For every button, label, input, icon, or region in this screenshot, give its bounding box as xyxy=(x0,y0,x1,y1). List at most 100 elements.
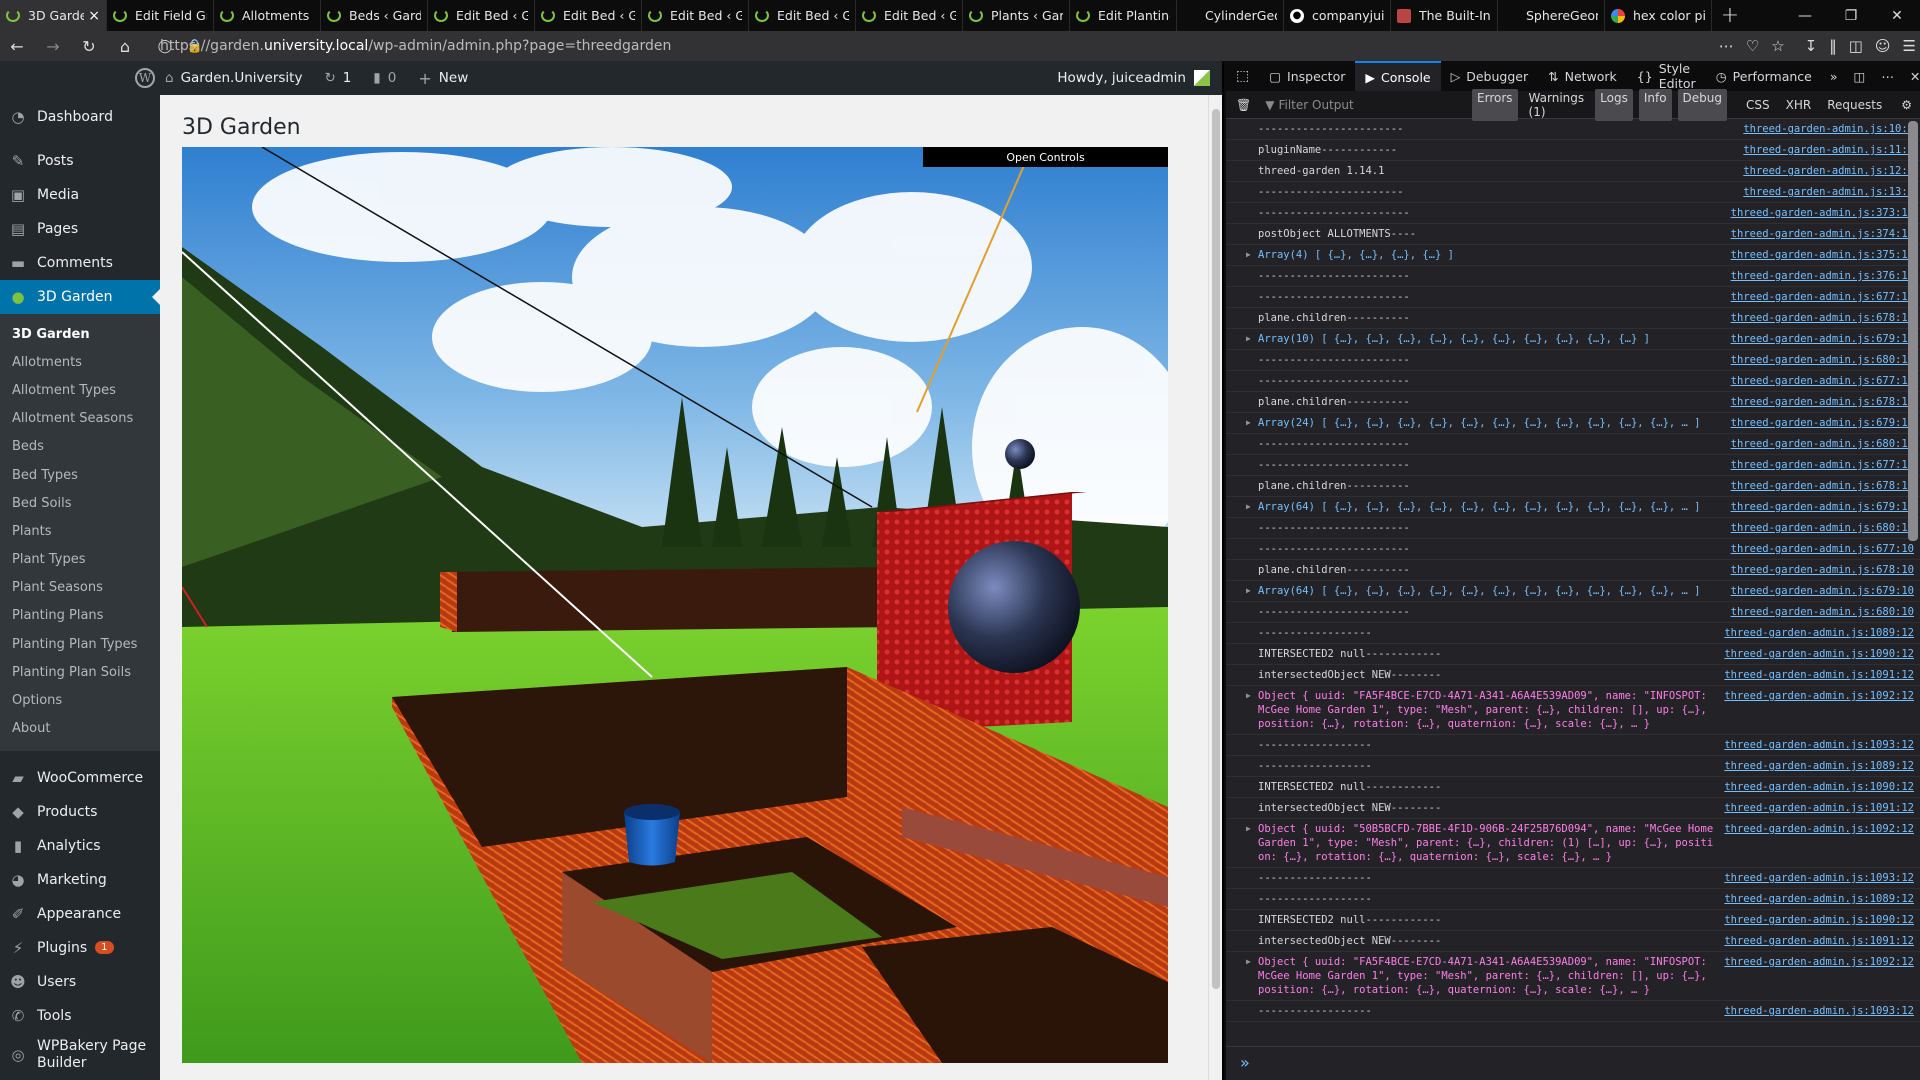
browser-tab[interactable]: Edit Bed ‹ Ga xyxy=(749,0,856,31)
source-link[interactable]: threed-garden-admin.js:10:9 xyxy=(1743,122,1914,136)
sidebar-item-users[interactable]: ☻ Users xyxy=(0,965,160,999)
submenu-item-options[interactable]: Options xyxy=(0,686,160,714)
sidebar-item-analytics[interactable]: ▮ Analytics xyxy=(0,829,160,863)
devtools-tab-network[interactable]: ⇅ Network xyxy=(1538,61,1627,91)
source-link[interactable]: threed-garden-admin.js:680:10 xyxy=(1731,353,1914,367)
source-link[interactable]: threed-garden-admin.js:1089:12 xyxy=(1724,759,1914,773)
sidebar-item-products[interactable]: ◆ Products xyxy=(0,795,160,829)
minimize-icon[interactable]: — xyxy=(1782,0,1828,31)
source-link[interactable]: threed-garden-admin.js:679:10 xyxy=(1731,584,1914,598)
browser-tab[interactable]: Edit Field Gr xyxy=(107,0,214,31)
expand-arrow-icon[interactable]: ▶ xyxy=(1246,500,1251,514)
sidebar-item-posts[interactable]: ✎ Posts xyxy=(0,144,160,178)
source-link[interactable]: threed-garden-admin.js:677:10 xyxy=(1731,458,1914,472)
submenu-item-3d-garden[interactable]: 3D Garden xyxy=(0,320,160,348)
console-message-text[interactable]: Object { uuid: "50B5BCFD-7BBE-4F1D-906B-… xyxy=(1258,823,1719,863)
source-link[interactable]: threed-garden-admin.js:11:9 xyxy=(1743,143,1914,157)
console-message-text[interactable]: Array(24) [ {…}, {…}, {…}, {…}, {…}, {…}… xyxy=(1258,417,1701,429)
console-message-text[interactable]: Array(10) [ {…}, {…}, {…}, {…}, {…}, {…}… xyxy=(1258,333,1650,345)
sidebar-item-marketing[interactable]: ◕ Marketing xyxy=(0,863,160,897)
submenu-item-allotment-seasons[interactable]: Allotment Seasons xyxy=(0,405,160,433)
wordpress-logo-icon[interactable]: W xyxy=(135,68,155,88)
expand-arrow-icon[interactable]: ▶ xyxy=(1246,822,1251,836)
source-link[interactable]: threed-garden-admin.js:680:10 xyxy=(1731,521,1914,535)
source-link[interactable]: threed-garden-admin.js:1093:12 xyxy=(1724,1004,1914,1018)
garden-scene-render[interactable] xyxy=(182,147,1168,1063)
browser-tab[interactable]: 3D Garden × xyxy=(0,0,107,31)
source-link[interactable]: threed-garden-admin.js:1091:12 xyxy=(1724,934,1914,948)
devtools-tab-style-editor[interactable]: {} Style Editor xyxy=(1627,61,1706,91)
console-message-text[interactable]: Object { uuid: "FA5F4BCE-E7CD-4A71-A341-… xyxy=(1258,690,1713,730)
console-message-text[interactable]: Array(64) [ {…}, {…}, {…}, {…}, {…}, {…}… xyxy=(1258,585,1701,597)
log-level-toggle[interactable]: Errors xyxy=(1472,88,1518,121)
expand-arrow-icon[interactable]: ▶ xyxy=(1246,248,1251,262)
submenu-item-planting-plan-types[interactable]: Planting Plan Types xyxy=(0,630,160,658)
browser-tab[interactable]: Edit Bed ‹ Ga xyxy=(856,0,963,31)
submenu-item-bed-types[interactable]: Bed Types xyxy=(0,461,160,489)
browser-tab[interactable]: Edit Bed ‹ Ga xyxy=(535,0,642,31)
devtools-tab-inspector[interactable]: ▢ Inspector xyxy=(1259,61,1355,91)
account-icon[interactable]: ☺ xyxy=(1875,37,1891,55)
log-level-toggle[interactable]: Debug xyxy=(1677,88,1728,121)
source-link[interactable]: threed-garden-admin.js:677:10 xyxy=(1731,542,1914,556)
sidebar-icon[interactable]: ◫ xyxy=(1849,37,1863,55)
source-link[interactable]: threed-garden-admin.js:677:10 xyxy=(1731,290,1914,304)
submenu-item-allotment-types[interactable]: Allotment Types xyxy=(0,376,160,404)
comments-item[interactable]: ▮ 0 xyxy=(373,70,396,86)
source-link[interactable]: threed-garden-admin.js:1092:12 xyxy=(1724,955,1914,969)
expand-arrow-icon[interactable]: ▶ xyxy=(1246,416,1251,430)
sidebar-item-tools[interactable]: ✆ Tools xyxy=(0,999,160,1033)
forward-icon[interactable]: → xyxy=(40,37,66,56)
source-link[interactable]: threed-garden-admin.js:1090:12 xyxy=(1724,913,1914,927)
reload-icon[interactable]: ↻ xyxy=(76,37,102,56)
source-link[interactable]: threed-garden-admin.js:13:9 xyxy=(1743,185,1914,199)
site-name-item[interactable]: ⌂ Garden.University xyxy=(165,70,302,86)
source-link[interactable]: threed-garden-admin.js:680:10 xyxy=(1731,605,1914,619)
browser-tab[interactable]: Edit Bed ‹ Ga xyxy=(642,0,749,31)
sidebar-item-dashboard[interactable]: ◔ Dashboard xyxy=(0,100,160,134)
browser-tab[interactable]: Allotments xyxy=(214,0,321,31)
console-message-text[interactable]: Array(64) [ {…}, {…}, {…}, {…}, {…}, {…}… xyxy=(1258,501,1701,513)
browser-tab[interactable]: SphereGeom xyxy=(1498,0,1605,31)
open-controls-button[interactable]: Open Controls xyxy=(923,147,1168,167)
request-filter-toggle[interactable]: Requests xyxy=(1822,96,1887,114)
source-link[interactable]: threed-garden-admin.js:1089:12 xyxy=(1724,892,1914,906)
more-icon[interactable]: ⋯ xyxy=(1719,37,1734,55)
updates-item[interactable]: ↻ 1 xyxy=(324,70,351,86)
submenu-item-bed-soils[interactable]: Bed Soils xyxy=(0,489,160,517)
trash-icon[interactable]: 🗑 xyxy=(1226,98,1261,112)
browser-tab[interactable]: Edit Bed ‹ Ga xyxy=(428,0,535,31)
source-link[interactable]: threed-garden-admin.js:1089:12 xyxy=(1724,626,1914,640)
source-link[interactable]: threed-garden-admin.js:1091:12 xyxy=(1724,801,1914,815)
page-scrollbar[interactable] xyxy=(1208,95,1222,1080)
threejs-canvas[interactable]: Open Controls xyxy=(182,147,1168,1063)
submenu-item-beds[interactable]: Beds xyxy=(0,433,160,461)
source-link[interactable]: threed-garden-admin.js:679:10 xyxy=(1731,416,1914,430)
log-level-toggle[interactable]: Logs xyxy=(1595,88,1633,121)
devtools-close-icon[interactable]: ✕ xyxy=(1902,69,1920,84)
dock-icon[interactable]: ◫ xyxy=(1846,69,1874,84)
submenu-item-planting-plan-soils[interactable]: Planting Plan Soils xyxy=(0,658,160,686)
new-content-item[interactable]: + New xyxy=(418,69,468,88)
source-link[interactable]: threed-garden-admin.js:376:10 xyxy=(1731,269,1914,283)
source-link[interactable]: threed-garden-admin.js:1092:12 xyxy=(1724,689,1914,703)
devtools-menu-icon[interactable]: ⋯ xyxy=(1873,69,1902,84)
download-icon[interactable]: ↧ xyxy=(1805,37,1818,55)
source-link[interactable]: threed-garden-admin.js:678:10 xyxy=(1731,479,1914,493)
source-link[interactable]: threed-garden-admin.js:1090:12 xyxy=(1724,780,1914,794)
submenu-item-planting-plans[interactable]: Planting Plans xyxy=(0,602,160,630)
expand-arrow-icon[interactable]: ▶ xyxy=(1246,955,1251,969)
source-link[interactable]: threed-garden-admin.js:1090:12 xyxy=(1724,647,1914,661)
browser-tab[interactable]: ● companyjui xyxy=(1284,0,1391,31)
browser-tab[interactable]: Plants ‹ Gard xyxy=(963,0,1070,31)
request-filter-toggle[interactable]: XHR xyxy=(1781,96,1817,114)
submenu-item-about[interactable]: About xyxy=(0,715,160,743)
source-link[interactable]: threed-garden-admin.js:375:10 xyxy=(1731,248,1914,262)
devtools-tab-debugger[interactable]: ▷ Debugger xyxy=(1441,61,1539,91)
source-link[interactable]: threed-garden-admin.js:678:10 xyxy=(1731,563,1914,577)
close-tab-icon[interactable]: × xyxy=(88,8,100,24)
log-level-toggle[interactable]: Info xyxy=(1638,88,1672,121)
more-tools-icon[interactable]: » xyxy=(1822,69,1846,84)
request-filter-toggle[interactable]: CSS xyxy=(1741,96,1775,114)
browser-tab[interactable]: hex color pi xyxy=(1605,0,1712,31)
